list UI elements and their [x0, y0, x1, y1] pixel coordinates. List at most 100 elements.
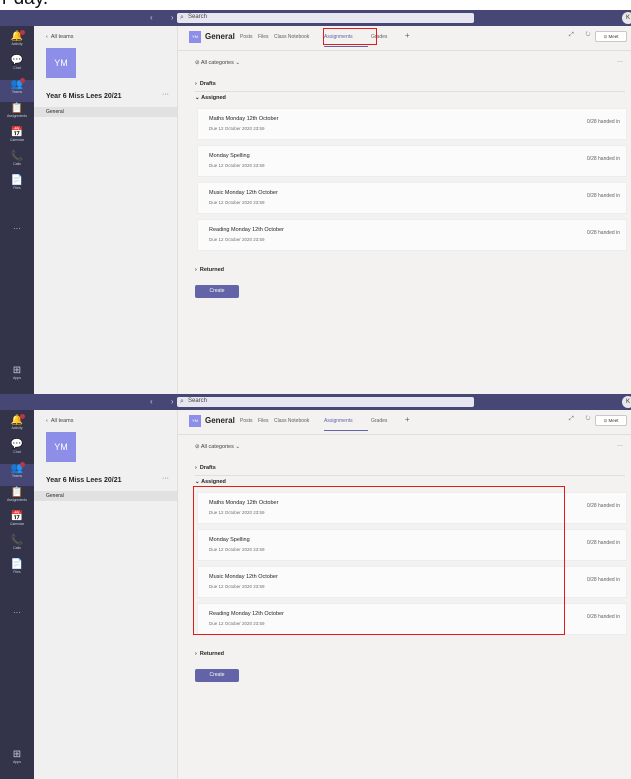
rail-item-apps[interactable]: ⊞ Apps	[0, 366, 34, 381]
meet-button[interactable]: ⊙ Meet	[595, 31, 627, 42]
tab-posts[interactable]: Posts	[240, 34, 253, 40]
profile-avatar[interactable]: K	[622, 396, 631, 408]
search-icon: ⌕	[180, 398, 184, 405]
team-more-options-icon[interactable]: ···	[162, 475, 169, 482]
assignment-title: Monday Spelling	[209, 153, 250, 159]
active-tab-indicator	[324, 430, 368, 431]
file-icon: 📄	[10, 175, 24, 186]
rail-item-calendar[interactable]: 📅 Calendar	[0, 512, 34, 534]
assignment-card[interactable]: Maths Monday 12th October Due 12 October …	[197, 108, 627, 140]
notification-badge	[20, 78, 25, 83]
assignment-title: Reading Monday 12th October	[209, 227, 284, 233]
rail-item-chat[interactable]: 💬 Chat	[0, 440, 34, 462]
add-tab-icon[interactable]: +	[405, 31, 410, 40]
assigned-section-toggle[interactable]: ⌄ Assigned	[195, 95, 226, 101]
search-input[interactable]: Search	[188, 398, 207, 404]
all-teams-link[interactable]: ‹ All teams	[46, 34, 74, 40]
rail-item-assignments[interactable]: 📋 Assignments	[0, 104, 34, 126]
team-more-options-icon[interactable]: ···	[162, 91, 169, 98]
rail-item-apps[interactable]: ⊞ Apps	[0, 750, 34, 765]
assignment-card[interactable]: Monday Spelling Due 12 October 2020 23:59…	[197, 145, 627, 177]
rail-item-calls[interactable]: 📞 Calls	[0, 536, 34, 558]
rail-item-assignments[interactable]: 📋 Assignments	[0, 488, 34, 510]
rail-item-label: Calendar	[9, 522, 25, 526]
expand-refresh-icons[interactable]: ⤢ ↻	[569, 416, 596, 423]
rail-more-icon[interactable]: ···	[0, 224, 34, 233]
rail-item-files[interactable]: 📄 Files	[0, 176, 34, 198]
teams-screenshot-2: ‹ › ⌕ Search K 🔔 Activity 💬 Chat 👥 Teams 📋 Assi…	[0, 394, 631, 779]
header-divider	[177, 50, 631, 51]
notification-badge	[20, 462, 25, 467]
all-teams-link[interactable]: ‹ All teams	[46, 418, 74, 424]
rail-item-calendar[interactable]: 📅 Calendar	[0, 128, 34, 150]
rail-item-chat[interactable]: 💬 Chat	[0, 56, 34, 78]
rail-item-label: Files	[13, 570, 21, 574]
rail-item-calls[interactable]: 📞 Calls	[0, 152, 34, 174]
phone-icon: 📞	[10, 535, 24, 546]
highlight-box	[193, 486, 565, 635]
handed-in-count: 0/28 handed in	[586, 119, 620, 125]
more-options-icon[interactable]: ···	[617, 59, 623, 65]
returned-section-toggle[interactable]: › Returned	[195, 651, 224, 657]
expand-refresh-icons[interactable]: ⤢ ↻	[569, 32, 596, 39]
bell-icon: 🔔	[10, 415, 24, 426]
tab-files[interactable]: Files	[258, 418, 269, 424]
tab-posts[interactable]: Posts	[240, 418, 253, 424]
tab-assignments[interactable]: Assignments	[324, 418, 353, 424]
assignment-card[interactable]: Music Monday 12th October Due 12 October …	[197, 182, 627, 214]
handed-in-count: 0/28 handed in	[586, 614, 620, 620]
add-tab-icon[interactable]: +	[405, 415, 410, 424]
rail-item-label: Chat	[13, 450, 21, 454]
teams-screenshot-1: ‹ › ⌕ Search K 🔔 Activity 💬 Chat 👥 Teams 📋 Assi…	[0, 10, 631, 395]
team-panel: ‹ All teams YM Year 6 Miss Lees 20/21 ··…	[34, 26, 178, 395]
rail-item-teams[interactable]: 👥 Teams	[0, 78, 34, 102]
team-panel: ‹ All teams YM Year 6 Miss Lees 20/21 ··…	[34, 410, 178, 779]
channel-item-general[interactable]: General	[34, 107, 177, 117]
category-filter[interactable]: ⊘ All categories ⌄	[195, 60, 240, 66]
assignment-card[interactable]: Reading Monday 12th October Due 12 Octobe…	[197, 219, 627, 251]
search-input[interactable]: Search	[188, 14, 207, 20]
search-box[interactable]: ⌕ Search	[177, 397, 474, 407]
drafts-section-toggle[interactable]: › Drafts	[195, 81, 216, 87]
bell-icon: 🔔	[10, 31, 24, 42]
handed-in-count: 0/28 handed in	[586, 577, 620, 583]
category-filter[interactable]: ⊘ All categories ⌄	[195, 444, 240, 450]
channel-item-general[interactable]: General	[34, 491, 177, 501]
more-options-icon[interactable]: ···	[617, 443, 623, 449]
drafts-section-toggle[interactable]: › Drafts	[195, 465, 216, 471]
create-button[interactable]: Create	[195, 669, 239, 682]
title-bar: ‹ › ⌕ Search K	[0, 10, 631, 26]
teams-icon: 👥	[10, 79, 24, 90]
returned-section-toggle[interactable]: › Returned	[195, 267, 224, 273]
rail-item-teams[interactable]: 👥 Teams	[0, 462, 34, 486]
rail-more-icon[interactable]: ···	[0, 608, 34, 617]
notification-badge	[20, 414, 25, 419]
tab-files[interactable]: Files	[258, 34, 269, 40]
app-rail: 🔔 Activity 💬 Chat 👥 Teams 📋 Assignments 📅 Calenda…	[0, 410, 34, 779]
team-name: Year 6 Miss Lees 20/21	[46, 93, 122, 100]
section-divider	[195, 91, 625, 92]
rail-item-label: Assignments	[6, 114, 28, 118]
handed-in-count: 0/28 handed in	[586, 540, 620, 546]
tab-class-notebook[interactable]: Class Notebook	[274, 418, 309, 424]
tab-grades[interactable]: Grades	[371, 418, 387, 424]
rail-item-label: Activity	[11, 42, 23, 46]
profile-avatar[interactable]: K	[622, 12, 631, 24]
tab-class-notebook[interactable]: Class Notebook	[274, 34, 309, 40]
assignment-title: Maths Monday 12th October	[209, 116, 279, 122]
rail-item-activity[interactable]: 🔔 Activity	[0, 414, 34, 438]
active-tab-indicator	[324, 46, 368, 47]
assignments-icon: 📋	[10, 103, 24, 114]
chat-icon: 💬	[10, 439, 24, 450]
rail-item-activity[interactable]: 🔔 Activity	[0, 30, 34, 54]
assigned-section-toggle[interactable]: ⌄ Assigned	[195, 479, 226, 485]
assignment-due-date: Due 12 October 2020 23:59	[209, 126, 265, 131]
header-divider	[177, 434, 631, 435]
file-icon: 📄	[10, 559, 24, 570]
rail-item-label: Activity	[11, 426, 23, 430]
rail-item-label: Apps	[13, 760, 21, 764]
search-box[interactable]: ⌕ Search	[177, 13, 474, 23]
meet-button[interactable]: ⊙ Meet	[595, 415, 627, 426]
rail-item-files[interactable]: 📄 Files	[0, 560, 34, 582]
create-button[interactable]: Create	[195, 285, 239, 298]
